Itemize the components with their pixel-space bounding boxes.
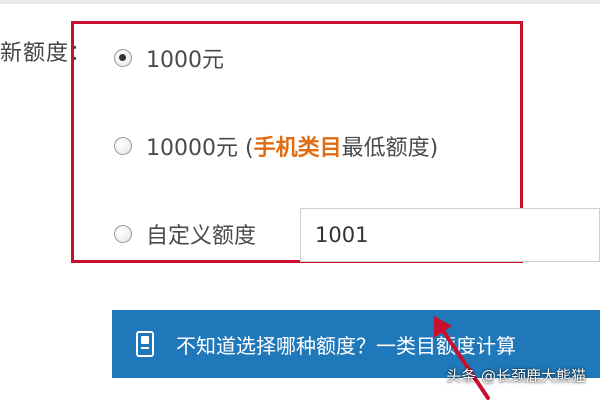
top-divider [0, 0, 600, 4]
radio-button[interactable] [114, 137, 132, 155]
quota-help-banner-text[interactable]: 不知道选择哪种额度？一类目额度计算 [176, 330, 516, 359]
radio-button-checked[interactable] [114, 49, 132, 67]
calculator-icon [136, 331, 154, 357]
option-10000-label-accent: 手机类目 [253, 136, 342, 161]
option-10000-label-prefix: 10000元 ( [146, 136, 254, 161]
option-custom[interactable]: 自定义额度 [114, 218, 256, 250]
watermark: 头条 @长颈鹿大熊猫 [446, 367, 586, 385]
option-10000[interactable]: 10000元 ( 手机类目 最低额度) [114, 130, 438, 162]
radio-button[interactable] [114, 225, 132, 243]
custom-amount-input[interactable]: 1001 [300, 208, 600, 262]
option-1000[interactable]: 1000元 [114, 42, 224, 74]
option-1000-label: 1000元 [146, 48, 224, 73]
option-custom-label: 自定义额度 [146, 224, 257, 249]
option-10000-label-suffix: 最低额度) [341, 136, 439, 161]
